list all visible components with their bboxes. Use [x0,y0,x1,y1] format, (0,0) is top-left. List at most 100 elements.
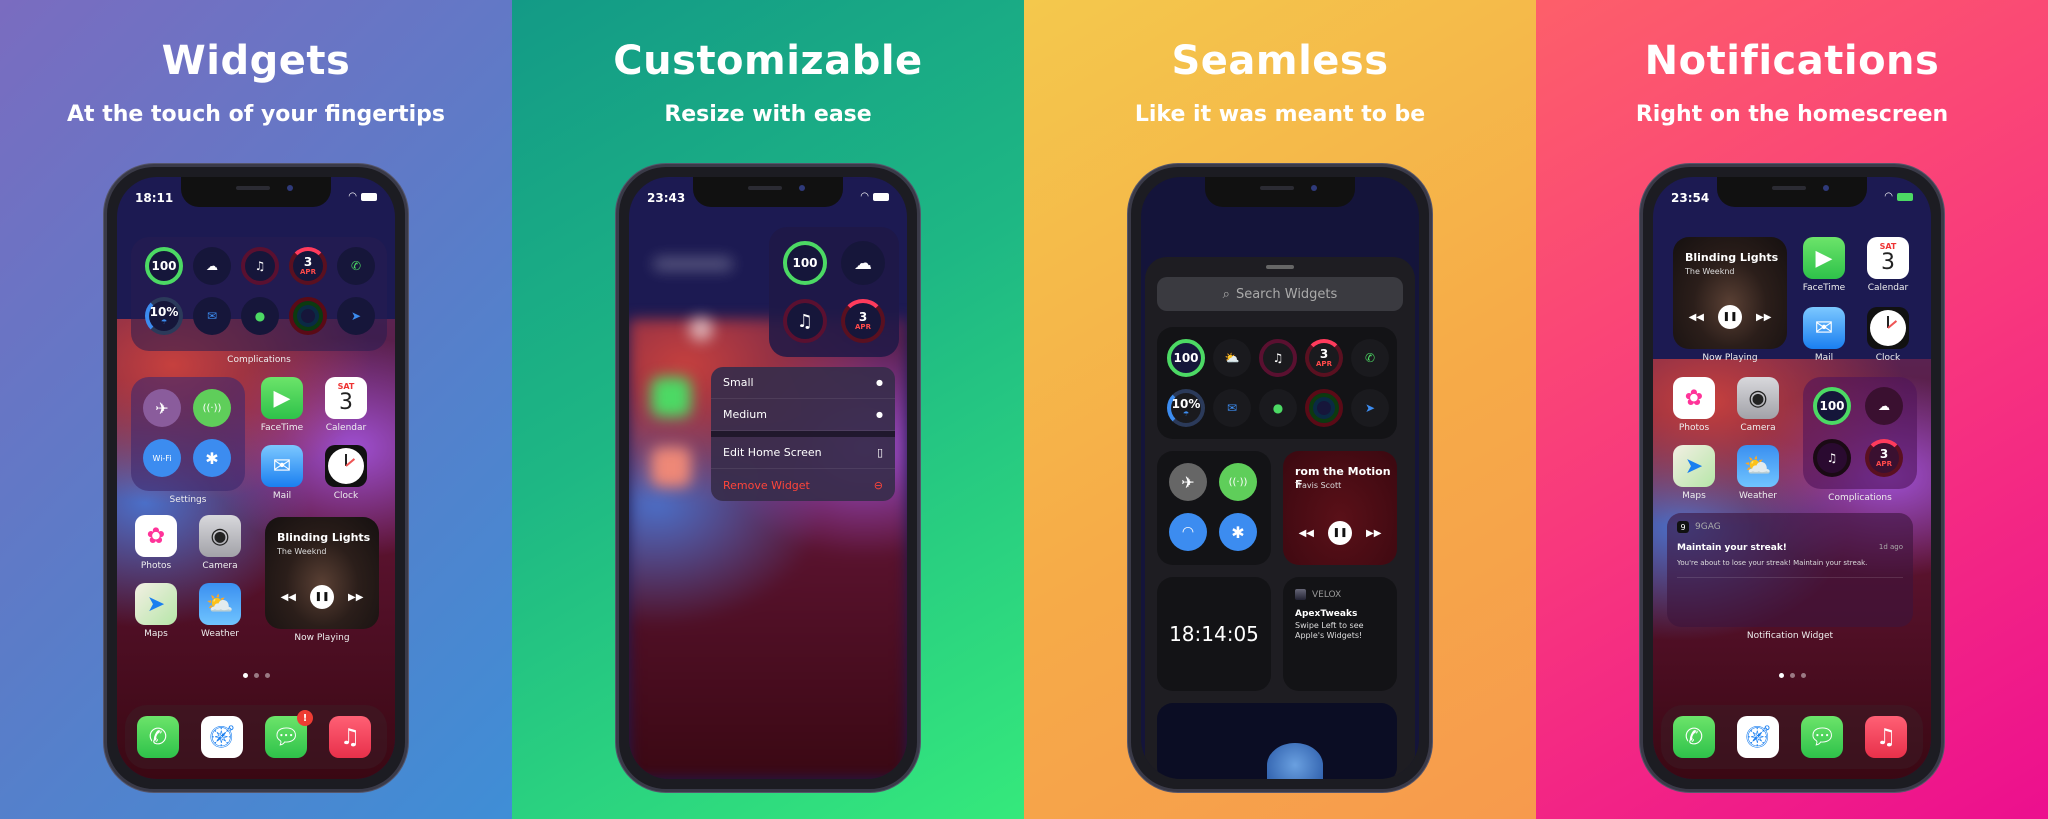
page-dot[interactable] [253,673,259,678]
dock-messages-app[interactable]: 💬︎ [1801,716,1843,758]
panel-subtitle: Resize with ease [664,102,872,127]
cloud-icon[interactable]: ☁ [1865,387,1903,425]
notification-widget[interactable]: 9 9GAG Maintain your streak! 1d ago You'… [1667,513,1913,627]
menu-item-edit-home-screen[interactable]: Edit Home Screen ▯ [711,437,895,469]
forward-button[interactable]: ▶▶ [348,592,363,603]
9gag-app-icon: 9 [1677,521,1689,533]
track-artist: The Weeknd [1685,267,1735,276]
calendar-complication[interactable]: 3 APR [1865,439,1903,477]
dock-messages-app[interactable]: 💬︎! [265,710,313,758]
page-dot[interactable] [1800,673,1806,678]
calendar-date: 3 [1880,249,1895,275]
compass-icon: 🧭︎ [1744,724,1772,750]
mail-icon[interactable]: ✉ [193,297,231,335]
battery-complication[interactable]: 100 [145,247,183,285]
maps-app[interactable]: ➤ [135,583,177,625]
now-playing-widget-preview[interactable]: rom the Motion F Travis Scott ◀◀ ❚❚ ▶▶ [1283,451,1397,565]
menu-item-label: Small [723,376,754,389]
dock-music-app[interactable]: ♫ [1865,716,1907,758]
battery-complication[interactable]: 100 [783,241,827,285]
complications-widget-selected[interactable]: 100 ☁ ♫ 3 APR [769,227,899,357]
rain-complication[interactable]: 10% ☂ [145,297,183,335]
messages-icon[interactable]: ● [241,297,279,335]
weather-app[interactable]: ⛅ [1737,445,1779,487]
page-dot[interactable] [1789,673,1795,678]
location-arrow-icon[interactable]: ➤ [337,297,375,335]
location-arrow-icon: ➤ [1351,389,1389,427]
page-dot[interactable] [264,673,270,678]
digital-clock-widget[interactable]: 18:14:05 [1157,577,1271,691]
page-dot[interactable] [242,673,248,678]
calendar-complication[interactable]: 3 APR [289,247,327,285]
cellular-toggle: ((·)) [1219,463,1257,501]
dock-phone-app[interactable]: ✆ [137,716,179,758]
rewind-button[interactable]: ◀◀ [1689,312,1704,323]
battery-complication[interactable]: 100 [1813,387,1851,425]
velox-widget[interactable]: VELOX ApexTweaks Swipe Left to see Apple… [1283,577,1397,691]
cellular-toggle[interactable]: ((·)) [193,389,231,427]
camera-dot [287,185,293,191]
music-icon[interactable]: ♫ [241,247,279,285]
calendar-date: 3 [1319,347,1329,361]
panel-customizable: Customizable Resize with ease 23:43 ◠ 10… [512,0,1024,819]
now-playing-widget[interactable]: Blinding Lights The Weeknd ◀◀ ❚❚ ▶▶ [1673,237,1787,349]
cloud-icon[interactable]: ☁ [841,241,885,285]
mail-app[interactable]: ✉ [1803,307,1845,349]
rain-complication: 10% ☂ [1167,389,1205,427]
page-indicator[interactable] [117,673,395,678]
clock-app[interactable] [325,445,367,487]
photos-app[interactable]: ✿ [1673,377,1715,419]
menu-item-small[interactable]: Small ● [711,367,895,399]
camera-app[interactable]: ◉ [1737,377,1779,419]
mail-app[interactable]: ✉ [261,445,303,487]
dock-safari-app[interactable]: 🧭︎ [1737,716,1779,758]
facetime-app[interactable]: ▶ [1803,237,1845,279]
forward-button[interactable]: ▶▶ [1756,312,1771,323]
facetime-app[interactable]: ▶ [261,377,303,419]
complications-widget-preview[interactable]: 100 ⛅ ♫ 3 APR ✆ 10% ☂ ✉ ● ➤ [1157,327,1397,439]
menu-item-remove-widget[interactable]: Remove Widget ⊖ [711,469,895,501]
photos-app[interactable]: ✿ [135,515,177,557]
notification-title: Maintain your streak! [1677,543,1787,553]
search-widgets-input[interactable]: ⌕ Search Widgets [1157,277,1403,311]
complications-widget[interactable]: 100 ☁ ♫ 3 APR ✆ 10% ☂ ✉ ● ➤ [131,237,387,351]
phone-icon[interactable]: ✆ [337,247,375,285]
rewind-button[interactable]: ◀◀ [281,592,296,603]
dock-safari-app[interactable]: 🧭︎ [201,716,243,758]
settings-widget-preview[interactable]: ✈ ((·)) ◠ ✱ [1157,451,1271,565]
calendar-app[interactable]: SAT 3 [1867,237,1909,279]
menu-item-medium[interactable]: Medium ● [711,399,895,431]
pause-icon: ❚❚ [1328,521,1352,545]
calendar-app[interactable]: SAT 3 [325,377,367,419]
pause-button[interactable]: ❚❚ [1718,305,1742,329]
app-label: FaceTime [1802,283,1846,293]
panel-subtitle: Like it was meant to be [1134,102,1426,127]
maps-app[interactable]: ➤ [1673,445,1715,487]
music-icon[interactable]: ♫ [1813,439,1851,477]
complications-widget[interactable]: 100 ☁ ♫ 3 APR [1803,377,1917,489]
airplane-toggle[interactable]: ✈ [143,389,181,427]
dock-phone-app[interactable]: ✆ [1673,716,1715,758]
camera-app[interactable]: ◉ [199,515,241,557]
app-label: FaceTime [260,423,304,433]
pause-button[interactable]: ❚❚ [310,585,334,609]
calendar-date: 3 [338,389,353,415]
now-playing-widget[interactable]: Blinding Lights The Weeknd ◀◀ ❚❚ ▶▶ [265,517,379,629]
jellyfish-widget-preview[interactable] [1157,703,1397,779]
cloud-icon[interactable]: ☁ [193,247,231,285]
sheet-grabber[interactable] [1266,265,1294,269]
phone-icon: ✆ [1684,724,1704,750]
music-icon[interactable]: ♫ [783,299,827,343]
weather-app[interactable]: ⛅ [199,583,241,625]
calendar-complication[interactable]: 3 APR [841,299,885,343]
settings-widget[interactable]: ✈ ((·)) Wi-Fi ✱ [131,377,245,491]
dock-music-app[interactable]: ♫ [329,716,371,758]
widget-gallery-sheet: ⌕ Search Widgets 100 ⛅ ♫ 3 APR ✆ 10% ☂ ✉ ● … [1145,257,1415,779]
page-dot[interactable] [1778,673,1784,678]
wifi-toggle[interactable]: Wi-Fi [143,439,181,477]
notification-badge: ! [297,710,313,726]
bluetooth-toggle[interactable]: ✱ [193,439,231,477]
clock-app[interactable] [1867,307,1909,349]
activity-rings-icon[interactable] [289,297,327,335]
page-indicator[interactable] [1653,673,1931,678]
